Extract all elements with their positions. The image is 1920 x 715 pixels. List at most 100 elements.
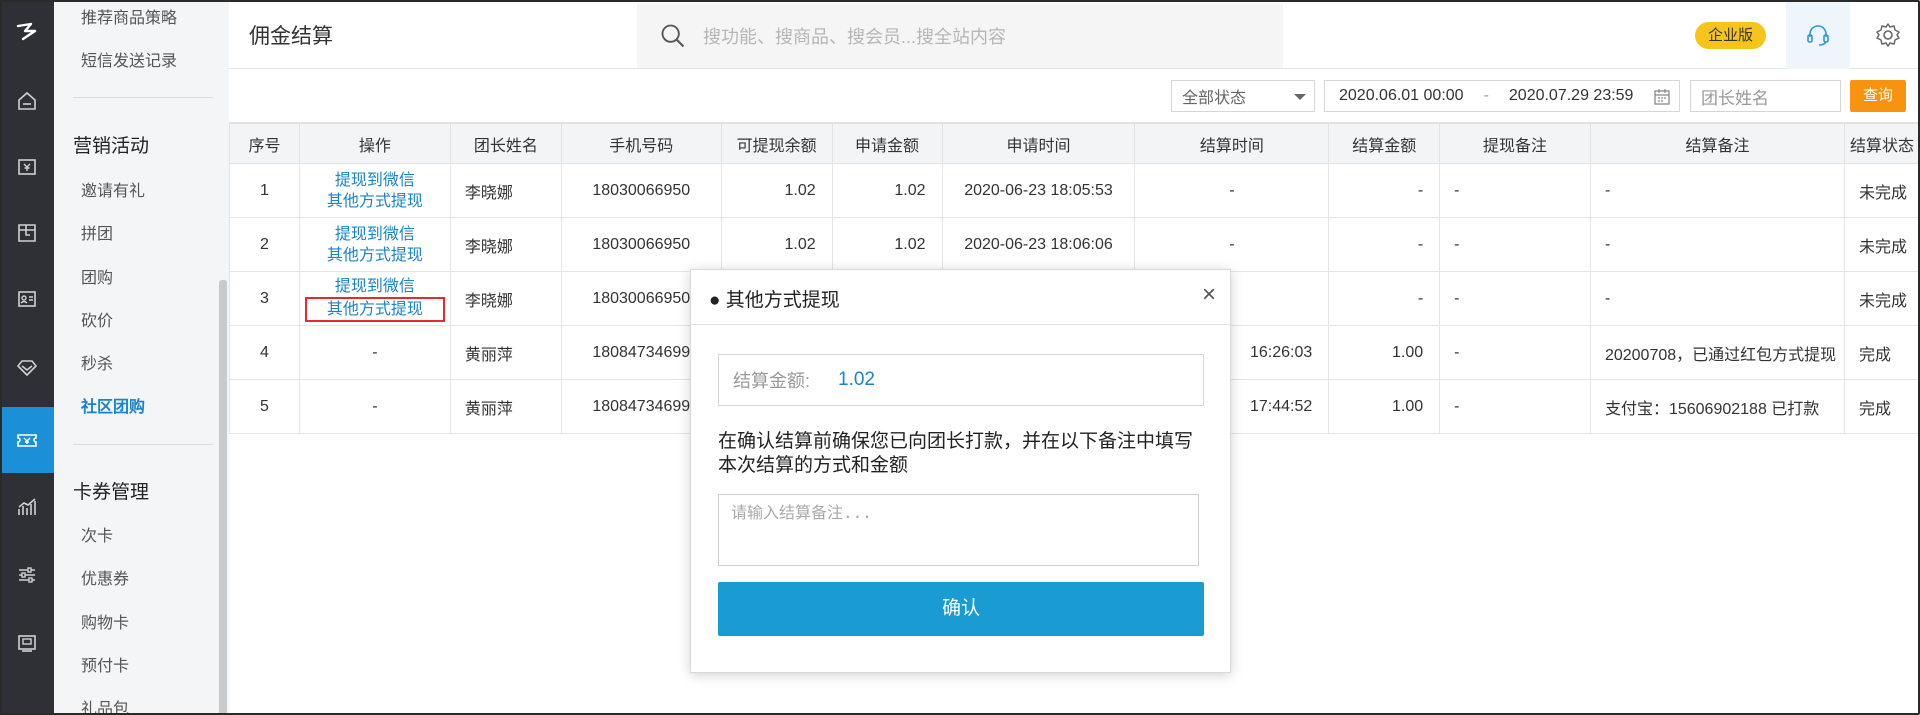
- menu-item-team-buy[interactable]: 团购: [81, 264, 113, 288]
- cell-no: 5: [229, 379, 300, 434]
- menu-item-coupon[interactable]: 优惠券: [81, 565, 129, 589]
- dialog-title: ● 其他方式提现: [709, 290, 840, 311]
- cell-settle-amount: -: [1328, 217, 1441, 272]
- customer-service-icon[interactable]: [1786, 0, 1850, 69]
- page-title: 佣金结算: [249, 25, 333, 48]
- cell-balance: 1.02: [720, 163, 833, 218]
- cell-phone: 18030066950: [560, 217, 722, 272]
- cell-actions: -: [298, 379, 451, 434]
- confirm-button[interactable]: 确认: [718, 582, 1204, 636]
- cell-settle-note: 20200708，已通过红包方式提现: [1589, 325, 1845, 380]
- sliders-icon[interactable]: [0, 542, 54, 608]
- menu-item-recommend-strategy[interactable]: 推荐商品策略: [81, 4, 177, 28]
- cell-withdraw-note: -: [1439, 217, 1591, 272]
- cell-no: 3: [229, 271, 300, 326]
- cell-apply-amount: 1.02: [831, 217, 943, 272]
- home-icon[interactable]: [0, 68, 54, 134]
- cell-settle-time: -: [1134, 163, 1330, 218]
- table-header-row: 序号 操作 团长姓名 手机号码 可提现余额 申请金额 申请时间 结算时间 结算金…: [229, 123, 1920, 164]
- withdraw-other-link[interactable]: 其他方式提现: [300, 245, 449, 266]
- column-header: 结算备注: [1589, 123, 1845, 164]
- column-header: 团长姓名: [449, 123, 562, 164]
- settle-amount-field: 结算金额: 1.02: [718, 354, 1204, 406]
- cell-balance: 1.02: [720, 217, 833, 272]
- register-icon[interactable]: [0, 610, 54, 676]
- cell-settle-note: -: [1589, 271, 1845, 326]
- diamond-icon[interactable]: [0, 334, 54, 400]
- column-header: 手机号码: [560, 123, 722, 164]
- column-header: 结算时间: [1134, 123, 1330, 164]
- cell-settle-time: -: [1134, 217, 1330, 272]
- column-header: 结算状态: [1843, 123, 1920, 164]
- menu-divider: [73, 444, 213, 445]
- cell-status: 完成: [1843, 379, 1920, 434]
- withdraw-wechat-link[interactable]: 提现到微信: [300, 224, 449, 245]
- column-header: 操作: [298, 123, 451, 164]
- dialog-instruction: 在确认结算前确保您已向团长打款，并在以下备注中填写本次结算的方式和金额: [718, 431, 1194, 476]
- coupon-icon[interactable]: [0, 407, 54, 473]
- cell-leader-name: 黄丽萍: [449, 379, 562, 434]
- status-select-value: 全部状态: [1182, 90, 1247, 107]
- menu-item-community-group-buy[interactable]: 社区团购: [81, 393, 145, 417]
- menu-item-shopping-card[interactable]: 购物卡: [81, 609, 129, 633]
- settle-note-textarea[interactable]: 请输入结算备注...: [718, 494, 1199, 566]
- cell-apply-time: 2020-06-23 18:05:53: [941, 163, 1136, 218]
- chevron-down-icon: [1294, 94, 1306, 100]
- cell-settle-note: -: [1589, 163, 1845, 218]
- menu-item-bargain[interactable]: 砍价: [81, 307, 113, 331]
- logo-icon[interactable]: [0, 0, 54, 62]
- search-input[interactable]: 搜功能、搜商品、搜会员...搜全站内容: [703, 23, 1006, 49]
- menu-item-group-buy[interactable]: 拼团: [81, 220, 113, 244]
- top-bar: 佣金结算 搜功能、搜商品、搜会员...搜全站内容 企业版: [229, 0, 1920, 69]
- chart-icon[interactable]: [0, 474, 54, 540]
- menu-item-gift-pack[interactable]: 礼品包: [81, 695, 129, 715]
- withdraw-wechat-link[interactable]: 提现到微信: [300, 170, 449, 191]
- global-search[interactable]: 搜功能、搜商品、搜会员...搜全站内容: [637, 4, 1283, 68]
- menu-item-sms-records[interactable]: 短信发送记录: [81, 47, 177, 71]
- menu-item-flash-sale[interactable]: 秒杀: [81, 350, 113, 374]
- menu-scrollbar[interactable]: [219, 280, 227, 715]
- filter-bar: 全部状态 2020.06.01 00:00 - 2020.07.29 23:59…: [229, 70, 1920, 123]
- date-range-picker[interactable]: 2020.06.01 00:00 - 2020.07.29 23:59: [1324, 80, 1680, 112]
- cell-settle-amount: 1.00: [1328, 325, 1441, 380]
- leader-name-input[interactable]: 团长姓名: [1690, 80, 1841, 112]
- date-start: 2020.06.01 00:00: [1339, 87, 1464, 104]
- status-select[interactable]: 全部状态: [1171, 80, 1315, 112]
- withdraw-other-link[interactable]: 其他方式提现: [300, 191, 449, 212]
- menu-item-times-card[interactable]: 次卡: [81, 522, 113, 546]
- settle-amount-value: 1.02: [838, 369, 875, 390]
- other-withdraw-dialog: ● 其他方式提现 × 结算金额: 1.02 在确认结算前确保您已向团长打款，并在…: [690, 269, 1231, 673]
- member-card-icon[interactable]: [0, 266, 54, 332]
- column-header: 序号: [229, 123, 300, 164]
- edition-badge[interactable]: 企业版: [1695, 22, 1767, 49]
- cell-no: 2: [229, 217, 300, 272]
- cell-withdraw-note: -: [1439, 325, 1591, 380]
- column-header: 申请金额: [831, 123, 943, 164]
- close-icon[interactable]: ×: [1202, 282, 1216, 308]
- column-header: 可提现余额: [720, 123, 833, 164]
- query-button[interactable]: 查询: [1850, 80, 1906, 112]
- table-row: 1 提现到微信 其他方式提现 李晓娜 18030066950 1.02 1.02…: [229, 163, 1920, 218]
- menu-item-prepaid-card[interactable]: 预付卡: [81, 652, 129, 676]
- store-icon[interactable]: [0, 200, 54, 266]
- menu-item-invite[interactable]: 邀请有礼: [81, 177, 145, 201]
- cell-leader-name: 李晓娜: [449, 163, 562, 218]
- withdraw-other-link[interactable]: 其他方式提现: [327, 299, 423, 320]
- cell-status: 完成: [1843, 325, 1920, 380]
- column-header: 结算金额: [1328, 123, 1441, 164]
- menu-divider: [73, 97, 213, 98]
- wallet-icon[interactable]: [0, 134, 54, 200]
- cell-withdraw-note: -: [1439, 379, 1591, 434]
- icon-rail: [0, 0, 54, 715]
- cell-status: 未完成: [1843, 271, 1920, 326]
- withdraw-wechat-link[interactable]: 提现到微信: [300, 276, 449, 297]
- settle-amount-label: 结算金额:: [733, 371, 811, 391]
- column-header: 提现备注: [1439, 123, 1591, 164]
- cell-no: 4: [229, 325, 300, 380]
- cell-actions: -: [298, 325, 451, 380]
- cell-status: 未完成: [1843, 163, 1920, 218]
- cell-actions: 提现到微信 其他方式提现: [298, 163, 451, 218]
- cell-settle-amount: -: [1328, 271, 1441, 326]
- cell-leader-name: 李晓娜: [449, 271, 562, 326]
- settings-gear-icon[interactable]: [1856, 0, 1920, 69]
